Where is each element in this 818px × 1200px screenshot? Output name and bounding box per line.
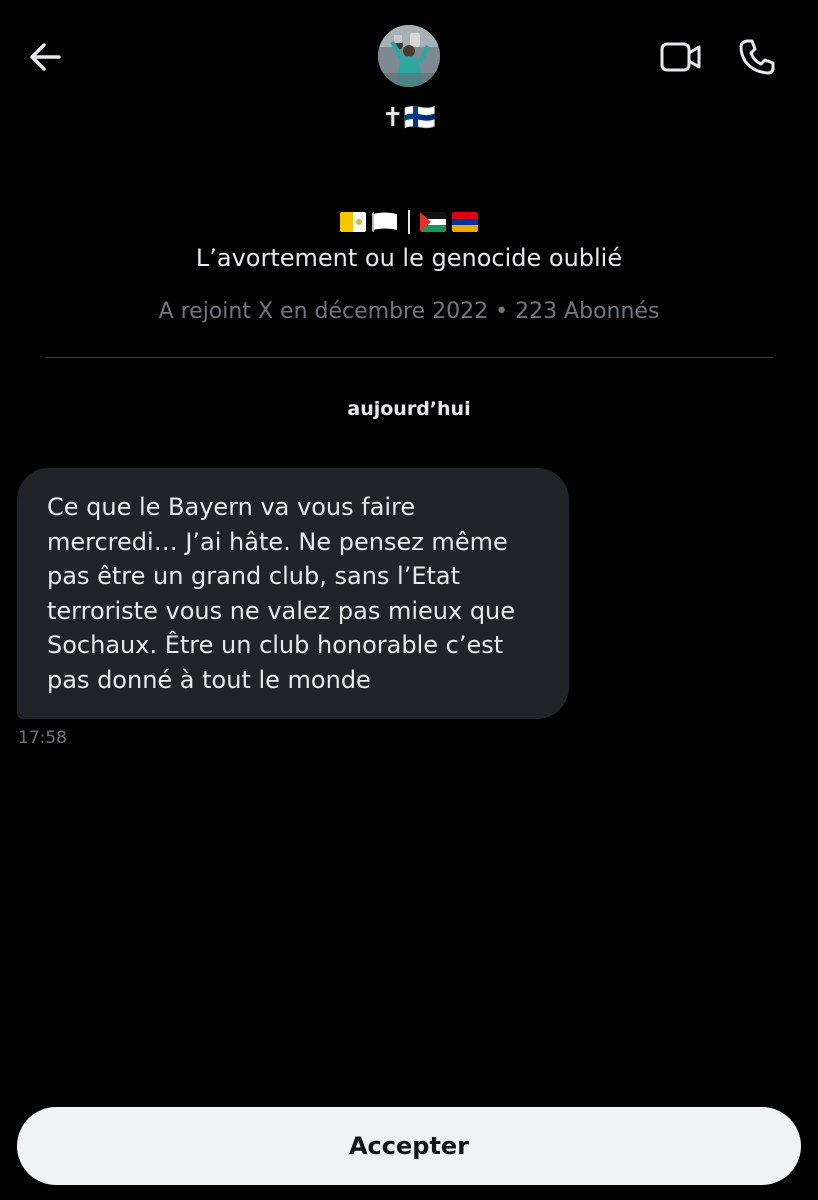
video-call-button[interactable]	[656, 34, 706, 80]
voice-call-button[interactable]	[732, 32, 782, 82]
profile-bio: L’avortement ou le genocide oublié	[195, 244, 623, 272]
vatican-flag-icon	[340, 212, 366, 232]
back-button[interactable]	[22, 34, 68, 80]
message-timestamp: 17:58	[18, 728, 67, 748]
accept-button[interactable]: Accepter	[17, 1107, 801, 1185]
conversation-header: ✝🇫🇮	[0, 0, 818, 133]
avatar[interactable]	[378, 25, 440, 87]
divider	[45, 357, 773, 358]
armenia-flag-icon	[452, 212, 478, 232]
arrow-left-icon	[30, 43, 61, 71]
palestine-flag-icon	[420, 212, 446, 232]
video-camera-icon	[660, 42, 701, 72]
date-separator: aujourd’hui	[347, 398, 471, 420]
phone-icon	[739, 39, 775, 75]
message-bubble[interactable]: Ce que le Bayern va vous faire mercredi……	[17, 468, 569, 719]
profile-meta: A rejoint X en décembre 2022 • 223 Abonn…	[158, 299, 660, 324]
bio-separator	[408, 210, 410, 234]
white-flag-icon	[372, 212, 398, 232]
bio-flags	[0, 210, 818, 234]
display-name: ✝🇫🇮	[381, 103, 437, 133]
